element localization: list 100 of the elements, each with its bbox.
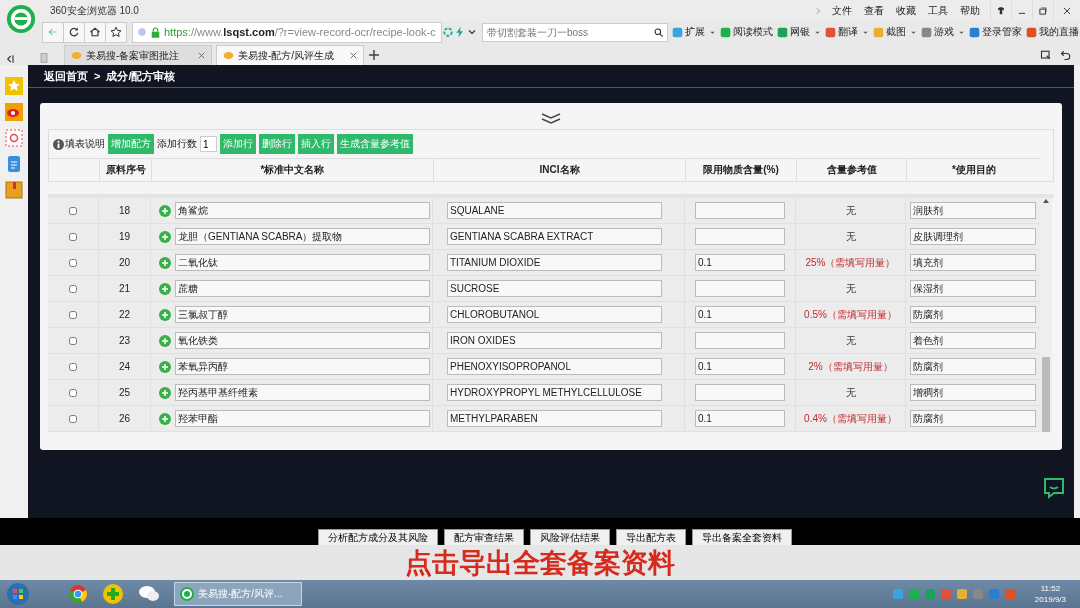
add-row-icon[interactable] — [159, 386, 171, 399]
back-arrow-icon — [47, 26, 59, 38]
inci-name-field[interactable]: IRON OXIDES — [447, 332, 662, 349]
plus-taskbar-icon[interactable] — [102, 583, 124, 605]
limit-field[interactable] — [695, 384, 785, 401]
inci-name-field[interactable]: SQUALANE — [447, 202, 662, 219]
tray-icon[interactable] — [956, 589, 967, 599]
chinese-name-field[interactable]: 羟丙基甲基纤维素 — [175, 384, 430, 401]
bookmark-button[interactable] — [105, 21, 127, 43]
export-button[interactable]: 配方审查结果 — [444, 529, 524, 545]
eye-icon[interactable] — [5, 103, 23, 121]
limit-field[interactable]: 0.1 — [695, 254, 785, 271]
row-count-field[interactable]: 1 — [200, 136, 217, 152]
address-field[interactable]: https://www.lsqst.com/?r=view-record-ocr/recipe-look-c — [132, 21, 442, 43]
toolbar-item[interactable]: 扩展 — [672, 25, 705, 39]
purpose-field[interactable]: 增稠剂 — [910, 384, 1036, 401]
limit-field[interactable] — [695, 202, 785, 219]
export-button[interactable]: 导出备案全套资料 — [692, 529, 792, 545]
menu-item[interactable]: 收藏 — [896, 4, 916, 18]
chat-taskbar-icon[interactable] — [138, 584, 160, 604]
close-icon — [1062, 6, 1072, 16]
inci-name-field[interactable]: METHYLPARABEN — [447, 410, 662, 427]
scroll-up-icon[interactable] — [1042, 198, 1050, 204]
chinese-name-field[interactable]: 氧化铁类 — [175, 332, 430, 349]
search-field[interactable]: 带切割套装一刀一boss — [482, 22, 668, 42]
toolbar-item[interactable]: 我的直播 — [1026, 25, 1079, 39]
add-row-icon[interactable] — [159, 308, 171, 321]
chinese-name-field[interactable]: 角鲨烷 — [175, 202, 430, 219]
add-row-icon[interactable] — [159, 412, 171, 425]
add-row-icon[interactable] — [159, 360, 171, 373]
inci-name-field[interactable]: SUCROSE — [447, 280, 662, 297]
new-tab-icon[interactable] — [368, 49, 380, 61]
toolbar-item[interactable]: 网银 — [777, 25, 810, 39]
add-row-icon[interactable] — [159, 256, 171, 269]
limit-field[interactable] — [695, 332, 785, 349]
chat-icon[interactable] — [1042, 476, 1066, 500]
purpose-field[interactable]: 防腐剂 — [910, 306, 1036, 323]
limit-field[interactable] — [695, 228, 785, 245]
browser-tab[interactable]: 美易搜-备案审图批注 — [64, 45, 212, 65]
inci-name-field[interactable]: GENTIANA SCABRA EXTRACT — [447, 228, 662, 245]
row-checkbox[interactable] — [69, 414, 77, 423]
close-tab-icon[interactable] — [350, 52, 357, 59]
purpose-field[interactable]: 着色剂 — [910, 332, 1036, 349]
browser-taskbar-icon[interactable] — [68, 584, 88, 604]
start-button[interactable] — [6, 582, 30, 606]
scrollbar[interactable] — [1040, 198, 1052, 432]
menu-item[interactable]: 查看 — [864, 4, 884, 18]
chinese-name-field[interactable]: 苯氧异丙醇 — [175, 358, 430, 375]
purpose-field[interactable]: 防腐剂 — [910, 358, 1036, 375]
row-checkbox[interactable] — [69, 258, 77, 267]
row-checkbox[interactable] — [69, 284, 77, 293]
row-checkbox[interactable] — [69, 206, 77, 215]
chinese-name-field[interactable]: 龙胆（GENTIANA SCABRA）提取物 — [175, 228, 430, 245]
close-tab-icon[interactable] — [198, 52, 205, 59]
add-row-icon[interactable] — [159, 334, 171, 347]
add-row-icon[interactable] — [159, 204, 171, 217]
inci-name-field[interactable]: PHENOXYISOPROPANOL — [447, 358, 662, 375]
add-row-icon[interactable] — [159, 282, 171, 295]
limit-field[interactable]: 0.1 — [695, 306, 785, 323]
refresh-button[interactable] — [63, 21, 85, 43]
limit-field[interactable]: 0.1 — [695, 410, 785, 427]
export-button[interactable]: 导出配方表 — [616, 529, 686, 545]
export-button[interactable]: 分析配方成分及其风险 — [318, 529, 438, 545]
home-link[interactable]: 返回首页 — [44, 68, 88, 84]
row-checkbox[interactable] — [69, 388, 77, 397]
toolbar-item[interactable]: 截图 — [873, 25, 906, 39]
menu-item[interactable]: 帮助 — [960, 4, 980, 18]
document-icon[interactable] — [7, 155, 21, 173]
inci-name-field[interactable]: TITANIUM DIOXIDE — [447, 254, 662, 271]
help-label[interactable]: 填表说明 — [65, 137, 105, 151]
scrollbar-thumb[interactable] — [1042, 357, 1050, 432]
purpose-field[interactable]: 润肤剂 — [910, 202, 1036, 219]
inci-name-field[interactable]: HYDROXYPROPYL METHYLCELLULOSE — [447, 384, 662, 401]
limit-field[interactable] — [695, 280, 785, 297]
row-checkbox[interactable] — [69, 336, 77, 345]
purpose-field[interactable]: 防腐剂 — [910, 410, 1036, 427]
browser-tab[interactable]: 美易搜-配方/风评生成 — [216, 45, 364, 65]
purpose-field[interactable]: 填充剂 — [910, 254, 1036, 271]
add-row-icon[interactable] — [159, 230, 171, 243]
clock[interactable]: 11:52 2019/9/3 — [1034, 583, 1066, 605]
home-button[interactable] — [84, 21, 106, 43]
purpose-field[interactable]: 保湿剂 — [910, 280, 1036, 297]
row-checkbox[interactable] — [69, 232, 77, 241]
toolbar-item[interactable]: 阅读模式 — [720, 25, 773, 39]
toolbar-item[interactable]: 游戏 — [921, 25, 954, 39]
book-icon[interactable] — [5, 181, 23, 199]
menu-item[interactable]: 工具 — [928, 4, 948, 18]
inci-name-field[interactable]: CHLOROBUTANOL — [447, 306, 662, 323]
chinese-name-field[interactable]: 二氧化钛 — [175, 254, 430, 271]
chinese-name-field[interactable]: 羟苯甲酯 — [175, 410, 430, 427]
row-checkbox[interactable] — [69, 362, 77, 371]
limit-field[interactable]: 0.1 — [695, 358, 785, 375]
export-button[interactable]: 风险评估结果 — [530, 529, 610, 545]
toolbar-item[interactable]: 翻译 — [825, 25, 858, 39]
menu-item[interactable]: 文件 — [832, 4, 852, 18]
chinese-name-field[interactable]: 三氯叔丁醇 — [175, 306, 430, 323]
chinese-name-field[interactable]: 蔗糖 — [175, 280, 430, 297]
toolbar-item[interactable]: 登录管家 — [969, 25, 1022, 39]
row-checkbox[interactable] — [69, 310, 77, 319]
purpose-field[interactable]: 皮肤调理剂 — [910, 228, 1036, 245]
